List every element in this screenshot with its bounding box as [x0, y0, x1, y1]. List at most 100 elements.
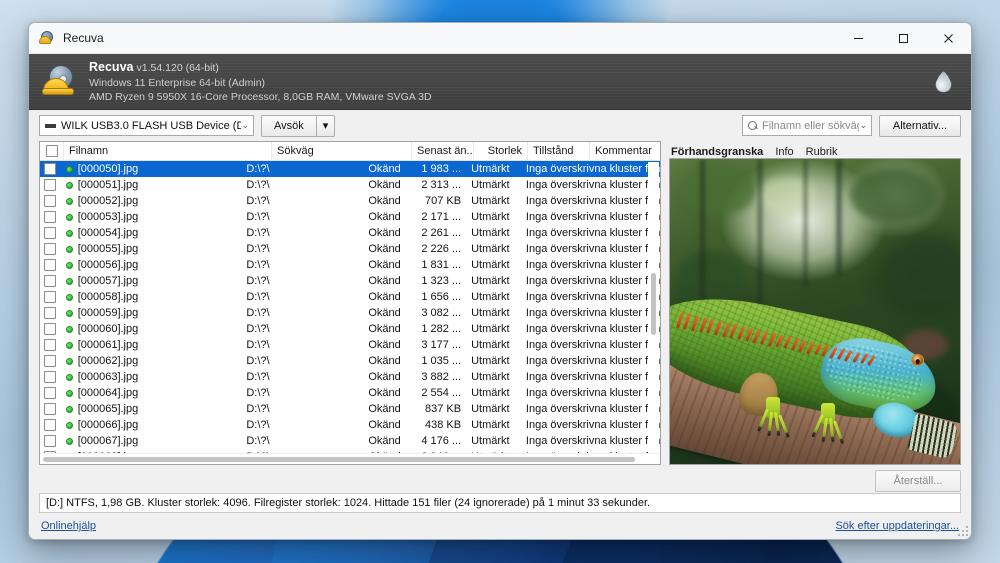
row-checkbox-cell[interactable]	[40, 417, 61, 433]
select-all-header[interactable]	[40, 141, 64, 161]
row-checkbox[interactable]	[44, 179, 57, 191]
row-checkbox-cell[interactable]	[40, 385, 61, 401]
table-row[interactable]: [000054].jpg D:\?\ Okänd 2 261 ... Utmärkt In…	[40, 225, 660, 241]
cell-filename: [000066].jpg	[61, 417, 242, 433]
scan-dropdown-arrow-icon[interactable]: ▾	[315, 114, 336, 137]
minimize-button[interactable]	[836, 23, 881, 54]
table-row[interactable]: [000052].jpg D:\?\ Okänd 707 KB Utmärkt Inga …	[40, 193, 660, 209]
scan-split-button[interactable]: Avsök ▾	[261, 114, 336, 137]
check-updates-link[interactable]: Sök efter uppdateringar...	[835, 520, 959, 532]
vertical-scrollbar-thumb[interactable]	[651, 272, 656, 335]
online-help-link[interactable]: Onlinehjälp	[41, 520, 96, 532]
maximize-button[interactable]	[881, 23, 926, 54]
column-header-modified[interactable]: Senast än...	[412, 141, 474, 161]
tab-header[interactable]: Rubrik	[806, 146, 838, 158]
scan-button[interactable]: Avsök	[261, 114, 316, 137]
row-checkbox[interactable]	[44, 211, 57, 223]
row-checkbox-cell[interactable]	[40, 257, 61, 273]
row-checkbox-cell[interactable]	[40, 241, 61, 257]
row-checkbox[interactable]	[44, 275, 57, 287]
table-row[interactable]: [000058].jpg D:\?\ Okänd 1 656 ... Utmärkt In…	[40, 289, 660, 305]
cell-comment: Inga överskrivna kluster funna.	[525, 211, 660, 223]
row-checkbox-cell[interactable]	[40, 337, 61, 353]
table-row[interactable]: [000064].jpg D:\?\ Okänd 2 554 ... Utmärkt In…	[40, 385, 660, 401]
filename-label: [000067].jpg	[77, 435, 139, 447]
table-row[interactable]: [000053].jpg D:\?\ Okänd 2 171 ... Utmärkt In…	[40, 209, 660, 225]
status-dot-icon	[65, 373, 73, 381]
column-header-comment[interactable]: Kommentar	[590, 142, 660, 161]
tab-info[interactable]: Info	[775, 146, 793, 158]
table-row[interactable]: [000065].jpg D:\?\ Okänd 837 KB Utmärkt Inga …	[40, 401, 660, 417]
row-checkbox-cell[interactable]	[40, 209, 61, 225]
file-list-vertical-scrollbar[interactable]	[648, 162, 659, 454]
cell-modified: Okänd	[368, 435, 401, 447]
table-row[interactable]: [000063].jpg D:\?\ Okänd 3 882 ... Utmärkt In…	[40, 369, 660, 385]
search-input[interactable]: Filnamn eller sökväg ⌄	[742, 115, 872, 136]
row-checkbox-cell[interactable]	[40, 177, 61, 193]
cell-comment: Inga överskrivna kluster funna.	[525, 403, 660, 415]
select-all-checkbox[interactable]	[45, 145, 58, 157]
row-checkbox[interactable]	[44, 259, 57, 271]
row-checkbox-cell[interactable]	[40, 225, 61, 241]
table-row[interactable]: [000050].jpg D:\?\ Okänd 1 983 ... Utmärkt In…	[40, 161, 660, 177]
row-checkbox-cell[interactable]	[40, 305, 61, 321]
row-checkbox[interactable]	[44, 435, 57, 447]
row-checkbox[interactable]	[44, 323, 57, 335]
row-checkbox[interactable]	[44, 419, 57, 431]
row-checkbox-cell[interactable]	[40, 161, 61, 177]
column-header-state[interactable]: Tillstånd	[528, 141, 590, 161]
column-header-filename[interactable]: Filnamn	[64, 141, 272, 161]
row-checkbox[interactable]	[44, 195, 57, 207]
row-checkbox-cell[interactable]	[40, 401, 61, 417]
file-list-horizontal-scrollbar[interactable]	[40, 453, 660, 464]
column-header-path[interactable]: Sökväg	[272, 141, 412, 161]
table-row[interactable]: [000059].jpg D:\?\ Okänd 3 082 ... Utmärkt In…	[40, 305, 660, 321]
row-checkbox[interactable]	[44, 291, 57, 303]
filename-label: [000056].jpg	[77, 259, 139, 271]
search-chevron-down-icon[interactable]: ⌄	[859, 121, 867, 130]
table-row[interactable]: [000056].jpg D:\?\ Okänd 1 831 ... Utmärkt In…	[40, 257, 660, 273]
table-row[interactable]: [000060].jpg D:\?\ Okänd 1 282 ... Utmärkt In…	[40, 321, 660, 337]
table-row[interactable]: [000067].jpg D:\?\ Okänd 4 176 ... Utmärkt In…	[40, 433, 660, 449]
row-checkbox[interactable]	[44, 387, 57, 399]
drive-select[interactable]: WILK USB3.0 FLASH USB Device (D:) ⌄	[39, 115, 254, 136]
tab-preview[interactable]: Förhandsgranska	[671, 146, 763, 158]
cell-size: 1 983 ...	[421, 163, 462, 175]
row-checkbox-cell[interactable]	[40, 321, 61, 337]
table-row[interactable]: [000061].jpg D:\?\ Okänd 3 177 ... Utmärkt In…	[40, 337, 660, 353]
options-button[interactable]: Alternativ...	[879, 114, 961, 137]
resize-grip[interactable]	[957, 525, 969, 537]
row-checkbox[interactable]	[44, 403, 57, 415]
cell-modified: Okänd	[368, 291, 401, 303]
row-checkbox-cell[interactable]	[40, 193, 61, 209]
row-checkbox-cell[interactable]	[40, 273, 61, 289]
table-row[interactable]: [000051].jpg D:\?\ Okänd 2 313 ... Utmärkt In…	[40, 177, 660, 193]
row-checkbox-cell[interactable]	[40, 289, 61, 305]
cell-size: 2 554 ...	[421, 387, 462, 399]
row-checkbox[interactable]	[44, 243, 57, 255]
file-list-body[interactable]: [000050].jpg D:\?\ Okänd 1 983 ... Utmärkt In…	[40, 161, 660, 453]
cell-path: D:\?\	[246, 211, 270, 223]
row-checkbox[interactable]	[44, 227, 57, 239]
cell-size: 4 176 ...	[421, 435, 462, 447]
table-row[interactable]: [000062].jpg D:\?\ Okänd 1 035 ... Utmärkt In…	[40, 353, 660, 369]
restore-button[interactable]: Återställ...	[875, 469, 961, 492]
table-row[interactable]: [000057].jpg D:\?\ Okänd 1 323 ... Utmärkt In…	[40, 273, 660, 289]
cell-size: 2 261 ...	[421, 227, 462, 239]
row-checkbox-cell[interactable]	[40, 433, 61, 449]
row-checkbox-cell[interactable]	[40, 369, 61, 385]
row-checkbox[interactable]	[44, 371, 57, 383]
row-checkbox-cell[interactable]	[40, 353, 61, 369]
row-checkbox[interactable]	[44, 307, 57, 319]
table-row[interactable]: [000055].jpg D:\?\ Okänd 2 226 ... Utmärkt In…	[40, 241, 660, 257]
close-button[interactable]	[926, 23, 971, 54]
column-header-size[interactable]: Storlek	[474, 141, 528, 161]
table-row[interactable]: [000066].jpg D:\?\ Okänd 438 KB Utmärkt Inga …	[40, 417, 660, 433]
cell-state: Utmärkt	[471, 291, 510, 303]
title-bar[interactable]: Recuva	[29, 23, 971, 54]
row-checkbox[interactable]	[44, 339, 57, 351]
horizontal-scrollbar-thumb[interactable]	[43, 457, 635, 462]
chevron-down-icon: ⌄	[241, 120, 249, 130]
row-checkbox[interactable]	[44, 355, 57, 367]
row-checkbox[interactable]	[44, 163, 57, 175]
